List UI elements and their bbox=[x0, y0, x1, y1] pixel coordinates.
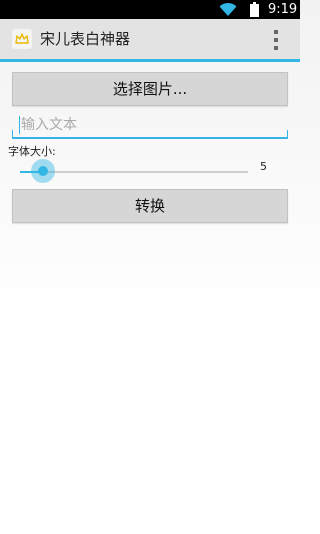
text-input-field[interactable]: 输入文本 bbox=[12, 113, 288, 139]
overflow-dot bbox=[274, 30, 278, 34]
status-bar: 9:19 bbox=[0, 0, 300, 19]
overflow-dot bbox=[274, 46, 278, 50]
crown-icon bbox=[12, 29, 32, 49]
status-time: 9:19 bbox=[268, 2, 298, 17]
font-size-value: 5 bbox=[260, 160, 267, 173]
convert-button[interactable]: 转换 bbox=[12, 189, 288, 223]
battery-icon bbox=[250, 2, 259, 17]
font-size-slider[interactable] bbox=[20, 158, 248, 186]
font-size-label: 字体大小: bbox=[8, 145, 56, 158]
input-underline-right-edge bbox=[287, 130, 288, 137]
overflow-dot bbox=[274, 38, 278, 42]
action-bar: 宋儿表白神器 bbox=[0, 19, 300, 62]
text-input-placeholder: 输入文本 bbox=[21, 117, 77, 133]
pick-image-button[interactable]: 选择图片... bbox=[12, 72, 288, 106]
text-cursor bbox=[19, 116, 20, 134]
app-title: 宋儿表白神器 bbox=[40, 30, 131, 48]
wifi-icon bbox=[219, 2, 237, 16]
input-underline-left-edge bbox=[12, 130, 13, 137]
overflow-menu-icon[interactable] bbox=[268, 29, 284, 51]
